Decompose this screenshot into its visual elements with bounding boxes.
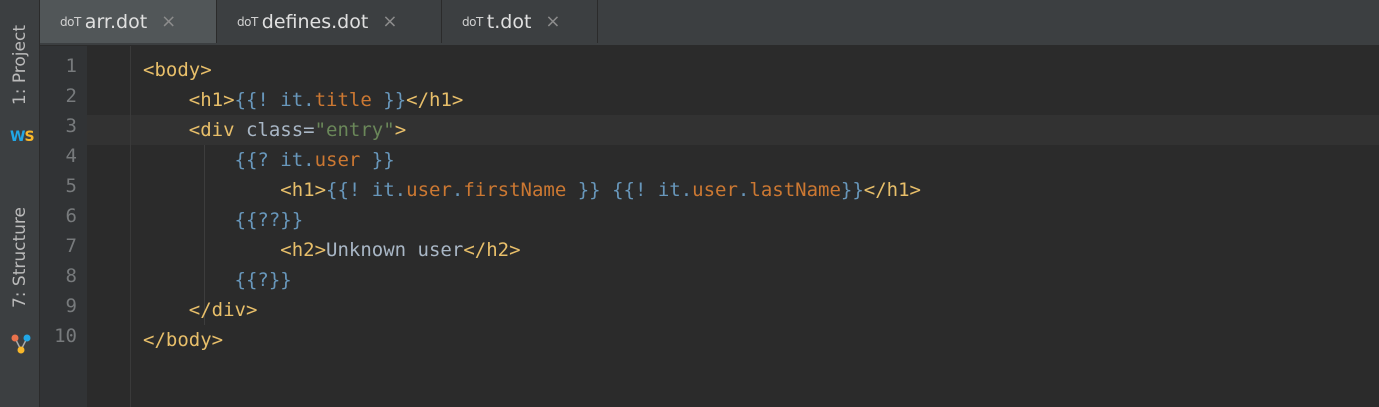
structure-tool-tab[interactable]: 7: Structure [0, 190, 39, 325]
tab-label: defines.dot [261, 10, 369, 33]
property-token: title [314, 89, 372, 111]
template-token: {{?}} [234, 269, 292, 291]
tab-label: t.dot [486, 10, 532, 33]
template-token: {{! it. [326, 179, 407, 201]
line-number: 2 [65, 85, 77, 107]
property-token: firstName [463, 179, 567, 201]
tag-token: <body> [143, 59, 212, 81]
structure-tool-label: 7: Structure [9, 206, 30, 309]
tag-token: </h1> [863, 179, 921, 201]
close-icon[interactable]: × [545, 11, 560, 32]
code-line-6: {{??}} [143, 205, 304, 235]
attribute-token: class= [245, 119, 315, 141]
template-token: {{! it. [612, 179, 693, 201]
property-token: lastName [749, 179, 841, 201]
tag-token: <h1> [280, 179, 327, 201]
dot-file-icon: doT [60, 14, 81, 29]
tag-token: > [394, 119, 407, 141]
string-token: "entry" [314, 119, 395, 141]
line-number: 5 [65, 175, 77, 197]
line-number: 7 [65, 235, 77, 257]
close-icon[interactable]: × [382, 11, 397, 32]
code-line-4: {{? it.user }} [143, 145, 395, 175]
text-token: Unknown user [326, 239, 464, 261]
tag-token: <h1> [188, 89, 235, 111]
template-token: }} [371, 89, 407, 111]
margin-guide [130, 46, 131, 407]
project-tool-tab[interactable]: 1: Project [0, 10, 39, 120]
tag-token: </h1> [406, 89, 464, 111]
property-token: user [692, 179, 738, 201]
line-number: 3 [65, 115, 77, 137]
code-line-8: {{?}} [143, 265, 292, 295]
line-number: 4 [65, 145, 77, 167]
tab-t-dot[interactable]: doT t.dot × [442, 0, 598, 43]
template-token: {{??}} [234, 209, 304, 231]
template-token: {{! it. [234, 89, 315, 111]
template-token: }} [360, 149, 395, 171]
code-line-1: <body> [143, 55, 212, 85]
webstorm-icon: WS [10, 129, 35, 145]
code-line-3: <div class="entry"> [143, 115, 406, 145]
code-line-5: <h1>{{! it.user.firstName }} {{! it.user… [143, 175, 921, 205]
template-token: {{? it. [234, 149, 315, 171]
line-number: 1 [65, 55, 77, 77]
tab-label: arr.dot [84, 10, 148, 33]
code-editor[interactable]: <body> <h1>{{! it.title }}</h1> <div cla… [87, 46, 1379, 407]
template-token: }} [840, 179, 864, 201]
line-number: 9 [65, 295, 77, 317]
editor-tab-bar: doT arr.dot × doT defines.dot × doT t.do… [40, 0, 1379, 46]
close-icon[interactable]: × [161, 11, 176, 32]
code-line-10: </body> [143, 325, 223, 355]
tag-token: <div [188, 119, 246, 141]
code-line-9: </div> [143, 295, 258, 325]
tool-window-strip: 1: Project WS 7: Structure [0, 0, 40, 407]
line-number: 8 [65, 265, 77, 287]
line-number: 6 [65, 205, 77, 227]
property-token: user [406, 179, 452, 201]
tag-token: </h2> [463, 239, 521, 261]
code-line-2: <h1>{{! it.title }}</h1> [143, 85, 464, 115]
template-token: . [451, 179, 464, 201]
tag-token: <h2> [280, 239, 327, 261]
code-line-7: <h2>Unknown user</h2> [143, 235, 521, 265]
project-tool-label: 1: Project [9, 24, 30, 106]
structure-icon [11, 334, 31, 354]
template-token: }} [566, 179, 601, 201]
property-token: user [314, 149, 361, 171]
tab-defines-dot[interactable]: doT defines.dot × [217, 0, 442, 43]
line-number-gutter[interactable]: 1 2 3 4 5 6 7 8 9 10 [40, 46, 87, 407]
template-token: . [737, 179, 750, 201]
line-number: 10 [54, 325, 77, 347]
tab-arr-dot[interactable]: doT arr.dot × [40, 0, 217, 43]
dot-file-icon: doT [237, 14, 258, 29]
tag-token: </body> [143, 329, 224, 351]
tag-token: </div> [188, 299, 258, 321]
dot-file-icon: doT [462, 14, 483, 29]
